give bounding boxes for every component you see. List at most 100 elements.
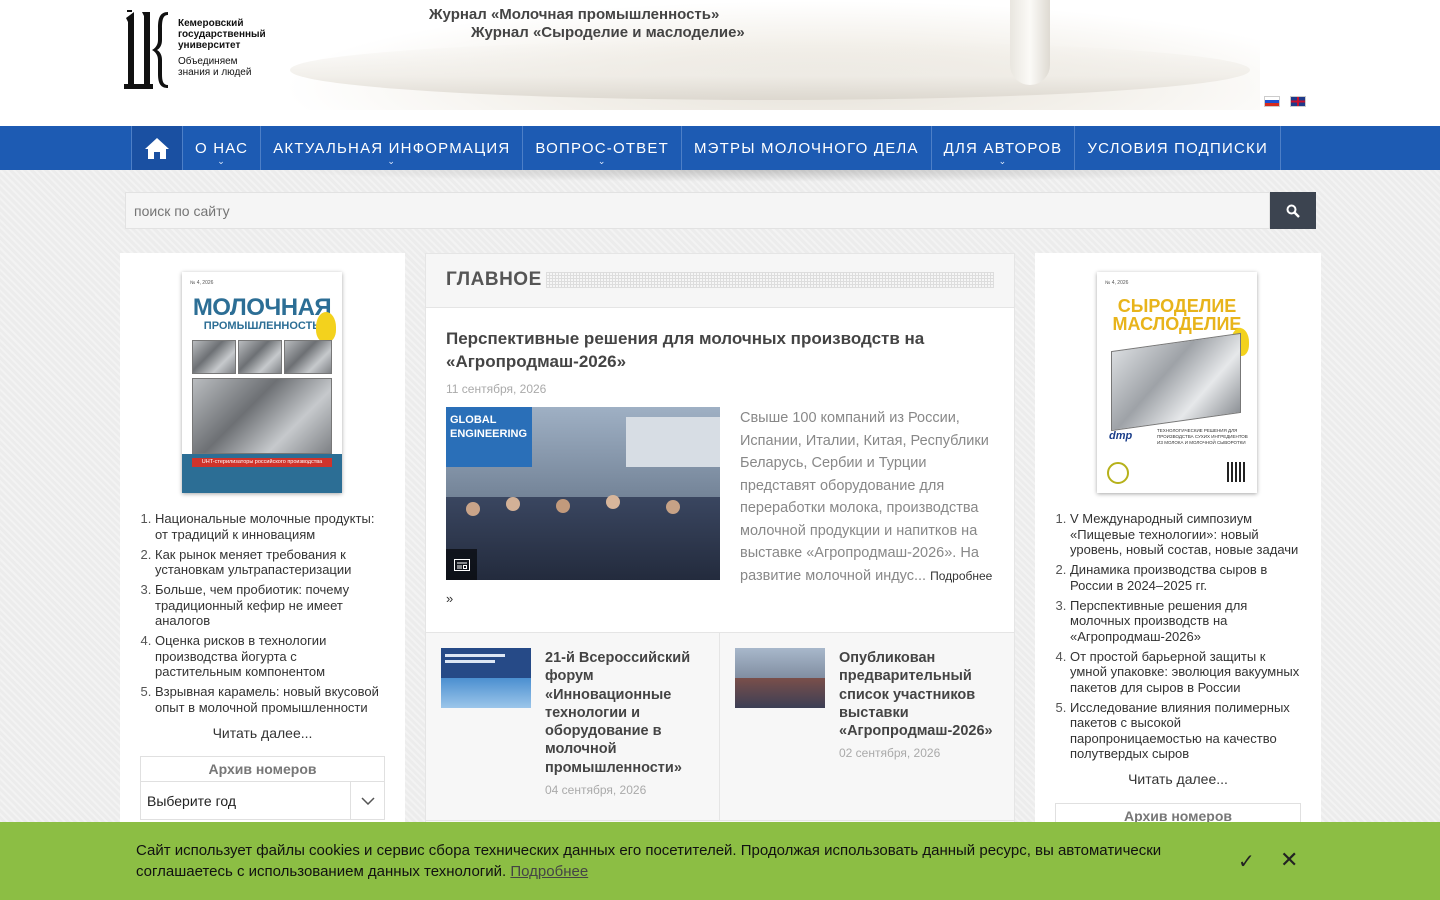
nav-item-label: ВОПРОС-ОТВЕТ bbox=[535, 139, 669, 157]
image-person bbox=[556, 499, 570, 513]
cookie-banner: Сайт использует файлы cookies и сервис с… bbox=[0, 822, 1440, 900]
section-header-pattern bbox=[546, 272, 994, 288]
cover-seal-icon bbox=[1107, 462, 1129, 484]
nav-item-label: МЭТРЫ МОЛОЧНОГО ДЕЛА bbox=[693, 139, 919, 157]
news-card-title[interactable]: 21-й Всероссийский форум «Инновационные … bbox=[545, 649, 710, 777]
list-item[interactable]: От простой барьерной защиты к умной упак… bbox=[1070, 649, 1305, 696]
close-icon[interactable]: ✕ bbox=[1280, 847, 1298, 873]
ru-flag-icon[interactable] bbox=[1264, 96, 1280, 107]
nav-shadow bbox=[270, 170, 1270, 182]
right-sidebar: № 4, 2026 СЫРОДЕЛИЕ МАСЛОДЕЛИЕ dmp ТЕХНО… bbox=[1035, 253, 1321, 900]
article-format-icon bbox=[446, 549, 477, 580]
home-icon bbox=[145, 138, 169, 159]
site-header: Кемеровский государственный университет … bbox=[0, 0, 1440, 126]
cover-caption: ТЕХНОЛОГИЧЕСКИЕ РЕШЕНИЯ ДЛЯ ПРОИЗВОДСТВА… bbox=[1157, 428, 1248, 445]
read-more-link[interactable]: Читать далее... bbox=[1035, 771, 1321, 787]
cover-qr-icon bbox=[1227, 462, 1247, 482]
list-item[interactable]: Как рынок меняет требования к установкам… bbox=[155, 547, 385, 578]
logo-name-line: Кемеровский bbox=[178, 18, 244, 29]
read-more-arrow[interactable]: » bbox=[446, 591, 453, 606]
main-navigation: О НАС ⌄ АКТУАЛЬНАЯ ИНФОРМАЦИЯ ⌄ ВОПРОС-О… bbox=[0, 126, 1440, 170]
news-card-title[interactable]: Опубликован предварительный список участ… bbox=[839, 649, 1004, 740]
university-logo[interactable]: Кемеровский государственный университет … bbox=[124, 10, 266, 90]
en-flag-icon[interactable] bbox=[1290, 96, 1306, 107]
list-item[interactable]: Национальные молочные продукты: от тради… bbox=[155, 511, 385, 542]
thumbnail-text-line bbox=[445, 660, 495, 663]
search-button[interactable] bbox=[1270, 192, 1316, 229]
cover-machine-photo bbox=[238, 340, 282, 374]
cover-band-text: UHT-стерилизаторы российского производст… bbox=[192, 458, 332, 467]
news-card[interactable]: 21-й Всероссийский форум «Инновационные … bbox=[426, 633, 720, 820]
cover-issue-number: № 4, 2026 bbox=[190, 280, 214, 286]
journal-cover-cheese[interactable]: № 4, 2026 СЫРОДЕЛИЕ МАСЛОДЕЛИЕ dmp ТЕХНО… bbox=[1097, 272, 1257, 493]
cover-badge bbox=[316, 312, 336, 342]
lead-article-title[interactable]: Перспективные решения для молочных произ… bbox=[446, 327, 986, 373]
journal-link-dairy-industry[interactable]: Журнал «Молочная промышленность» bbox=[429, 6, 719, 23]
check-icon[interactable]: ✓ bbox=[1238, 849, 1255, 874]
cookie-more-link[interactable]: Подробнее bbox=[510, 863, 588, 880]
news-card-thumbnail[interactable] bbox=[441, 648, 531, 708]
lead-article-excerpt: Свыше 100 компаний из России, Испании, И… bbox=[740, 407, 996, 587]
cover-machine-photo bbox=[1111, 332, 1241, 432]
thumbnail-text-line bbox=[445, 654, 505, 657]
search-input[interactable] bbox=[125, 192, 1270, 229]
section-header: ГЛАВНОЕ bbox=[426, 254, 1014, 308]
top-articles-list: V Международный симпозиум «Пищевые техно… bbox=[1070, 511, 1305, 766]
logo-mark-icon bbox=[124, 10, 168, 89]
list-item[interactable]: Оценка рисков в технологии производства … bbox=[155, 633, 385, 680]
main-content: ГЛАВНОЕ Перспективные решения для молочн… bbox=[425, 253, 1015, 900]
nav-item-subscription[interactable]: УСЛОВИЯ ПОДПИСКИ bbox=[1074, 126, 1281, 170]
nav-home-button[interactable] bbox=[131, 126, 182, 170]
journal-cover-dairy[interactable]: № 4, 2026 МОЛОЧНАЯ ПРОМЫШЛЕННОСТЬ UHT-ст… bbox=[182, 272, 342, 493]
year-select-value: Выберите год bbox=[147, 792, 237, 809]
lead-article-date: 11 сентября, 2026 bbox=[446, 382, 547, 396]
archive-widget: Архив номеров Выберите год bbox=[140, 756, 385, 820]
logo-name-line: университет bbox=[178, 40, 241, 51]
news-card[interactable]: Опубликован предварительный список участ… bbox=[720, 633, 1014, 820]
read-more-link[interactable]: Читать далее... bbox=[120, 725, 405, 741]
list-item[interactable]: Динамика производства сыров в России в 2… bbox=[1070, 562, 1305, 593]
nav-item-faq[interactable]: ВОПРОС-ОТВЕТ ⌄ bbox=[522, 126, 681, 170]
logo-name: Кемеровский государственный университет bbox=[178, 18, 266, 51]
year-select[interactable]: Выберите год bbox=[141, 782, 384, 819]
image-person bbox=[466, 502, 480, 516]
site-search bbox=[125, 192, 1316, 229]
cookie-text: Сайт использует файлы cookies и сервис с… bbox=[136, 840, 1216, 882]
news-card-date: 04 сентября, 2026 bbox=[545, 783, 647, 797]
news-card-date: 02 сентября, 2026 bbox=[839, 746, 941, 760]
nav-item-about[interactable]: О НАС ⌄ bbox=[182, 126, 260, 170]
lead-article-image[interactable]: GLOBAL ENGINEERING bbox=[446, 407, 720, 580]
nav-item-masters[interactable]: МЭТРЫ МОЛОЧНОГО ДЕЛА bbox=[680, 126, 931, 170]
language-switcher bbox=[1264, 96, 1306, 107]
list-item[interactable]: Больше, чем пробиотик: почему традиционн… bbox=[155, 582, 385, 629]
list-item[interactable]: V Международный симпозиум «Пищевые техно… bbox=[1070, 511, 1305, 558]
nav-item-news[interactable]: АКТУАЛЬНАЯ ИНФОРМАЦИЯ ⌄ bbox=[260, 126, 522, 170]
chevron-down-icon: ⌄ bbox=[597, 156, 607, 166]
image-booth bbox=[626, 417, 720, 467]
section-title: ГЛАВНОЕ bbox=[446, 269, 542, 290]
journal-link-cheese-butter[interactable]: Журнал «Сыроделие и маслоделие» bbox=[471, 24, 745, 41]
chevron-down-icon: ⌄ bbox=[998, 156, 1008, 166]
cookie-message: Сайт использует файлы cookies и сервис с… bbox=[136, 842, 1162, 880]
image-person bbox=[666, 500, 680, 514]
thumbnail-graphic bbox=[735, 678, 825, 708]
image-person bbox=[606, 495, 620, 509]
list-item[interactable]: Перспективные решения для молочных произ… bbox=[1070, 598, 1305, 645]
read-more-link[interactable]: Подробнее bbox=[930, 569, 992, 583]
lead-article-excerpt-text: Свыше 100 компаний из России, Испании, И… bbox=[740, 410, 989, 584]
chevron-down-icon: ⌄ bbox=[217, 156, 226, 166]
list-item[interactable]: Взрывная карамель: новый вкусовой опыт в… bbox=[155, 684, 385, 715]
cover-machine-photo bbox=[192, 378, 332, 454]
search-icon bbox=[1286, 204, 1300, 218]
cover-issue-number: № 4, 2026 bbox=[1105, 280, 1129, 286]
news-card-thumbnail[interactable] bbox=[735, 648, 825, 708]
nav-item-label: АКТУАЛЬНАЯ ИНФОРМАЦИЯ bbox=[273, 139, 511, 157]
divider bbox=[426, 820, 1014, 821]
chevron-down-icon bbox=[350, 782, 384, 819]
nav-item-label: О НАС bbox=[195, 139, 249, 157]
image-banner-text: GLOBAL ENGINEERING bbox=[450, 414, 528, 440]
archive-title: Архив номеров bbox=[141, 757, 384, 782]
list-item[interactable]: Исследование влияния полимерных пакетов … bbox=[1070, 700, 1305, 762]
nav-item-authors[interactable]: ДЛЯ АВТОРОВ ⌄ bbox=[930, 126, 1075, 170]
chevron-down-icon: ⌄ bbox=[387, 156, 397, 166]
